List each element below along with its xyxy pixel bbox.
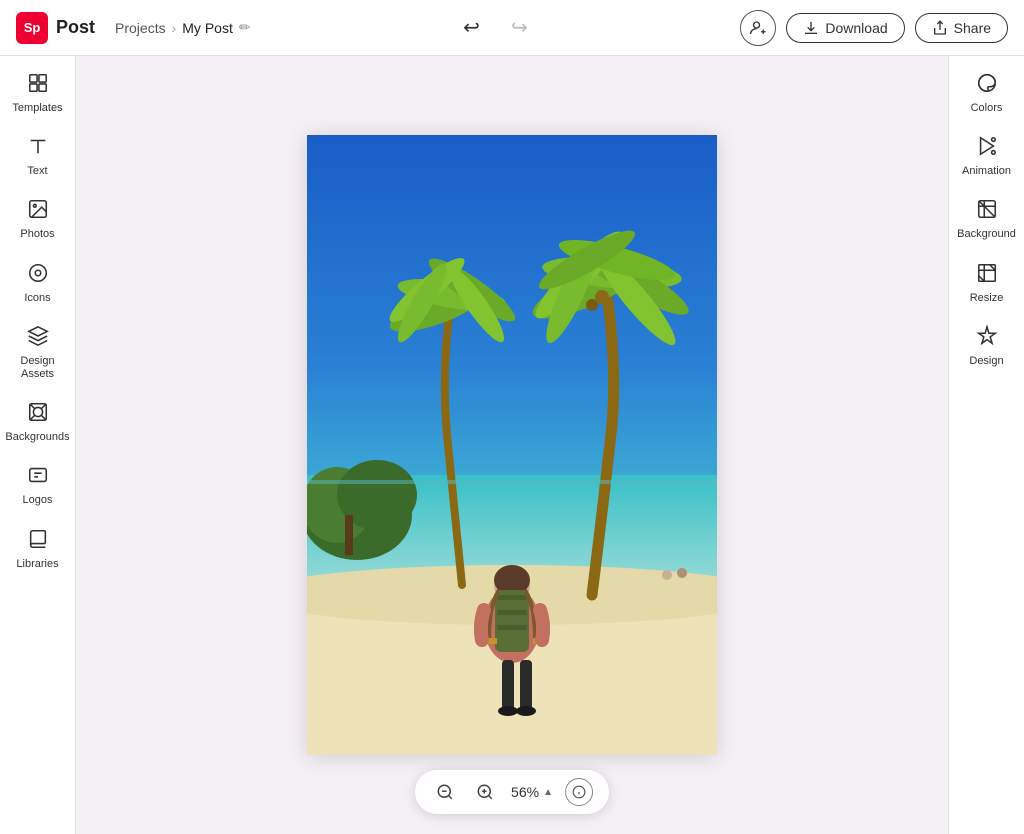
main-layout: Templates Text Photos [0,56,1024,834]
app-logo: Sp Post [16,12,95,44]
breadcrumb-current: My Post [182,20,233,36]
download-button[interactable]: Download [786,13,904,43]
zoom-in-icon [476,783,494,801]
right-sidebar: Colors Animation Background [948,56,1024,834]
sidebar-item-logos[interactable]: Logos [4,456,72,515]
sidebar-item-colors[interactable]: Colors [953,64,1021,123]
zoom-in-button[interactable] [471,778,499,806]
background-icon [976,198,998,224]
download-icon [803,20,819,36]
edit-title-icon[interactable]: ✏ [239,19,251,36]
design-icon [976,325,998,351]
backgrounds-icon [27,401,49,427]
text-icon [27,135,49,161]
libraries-label: Libraries [16,558,58,571]
design-label: Design [969,355,1003,368]
logos-label: Logos [23,494,53,507]
app-name: Post [56,17,95,38]
zoom-value-display: 56% ▲ [511,784,553,800]
undo-redo-controls: ↩ ↪ [455,12,535,44]
header-right-controls: Download Share [740,10,1008,46]
breadcrumb-projects[interactable]: Projects [115,20,166,36]
resize-icon [976,262,998,288]
sidebar-item-background[interactable]: Background [953,190,1021,249]
colors-icon [976,72,998,98]
resize-label: Resize [970,292,1004,305]
undo-button[interactable]: ↩ [455,12,487,44]
zoom-out-button[interactable] [431,778,459,806]
breadcrumb: Projects › My Post ✏ [115,19,251,36]
left-sidebar: Templates Text Photos [0,56,76,834]
add-collaborator-button[interactable] [740,10,776,46]
templates-icon [27,72,49,98]
redo-button[interactable]: ↪ [503,12,535,44]
sidebar-item-animation[interactable]: Animation [953,127,1021,186]
design-assets-label: Design Assets [8,355,68,381]
sidebar-item-icons[interactable]: Icons [4,254,72,313]
share-button[interactable]: Share [915,13,1008,43]
logo-icon: Sp [16,12,48,44]
colors-label: Colors [971,102,1003,115]
icons-label: Icons [24,292,50,305]
sidebar-item-templates[interactable]: Templates [4,64,72,123]
zoom-percentage: 56% [511,784,539,800]
animation-icon [976,135,998,161]
templates-label: Templates [12,102,62,115]
design-assets-icon [27,325,49,351]
sidebar-item-resize[interactable]: Resize [953,254,1021,313]
zoom-dropdown-arrow[interactable]: ▲ [543,787,553,798]
background-label: Background [957,228,1016,241]
photos-label: Photos [20,228,54,241]
canvas-wrapper [307,135,717,755]
design-canvas[interactable] [307,135,717,755]
add-user-icon [749,19,767,37]
sidebar-item-backgrounds[interactable]: Backgrounds [4,393,72,452]
animation-label: Animation [962,165,1011,178]
canvas-area: 56% ▲ [76,56,948,834]
sidebar-item-design-assets[interactable]: Design Assets [4,317,72,389]
share-icon [932,20,948,36]
breadcrumb-separator: › [172,20,177,36]
sidebar-item-text[interactable]: Text [4,127,72,186]
beach-scene-svg [307,135,717,755]
sidebar-item-design[interactable]: Design [953,317,1021,376]
zoom-toolbar: 56% ▲ [415,770,609,814]
text-label: Text [27,165,47,178]
logos-icon [27,464,49,490]
sidebar-item-photos[interactable]: Photos [4,190,72,249]
info-icon [572,785,586,799]
info-button[interactable] [565,778,593,806]
zoom-out-icon [436,783,454,801]
icons-icon [27,262,49,288]
libraries-icon [27,528,49,554]
backgrounds-label: Backgrounds [5,431,69,444]
sidebar-item-libraries[interactable]: Libraries [4,520,72,579]
header: Sp Post Projects › My Post ✏ ↩ ↪ Downloa… [0,0,1024,56]
photos-icon [27,198,49,224]
